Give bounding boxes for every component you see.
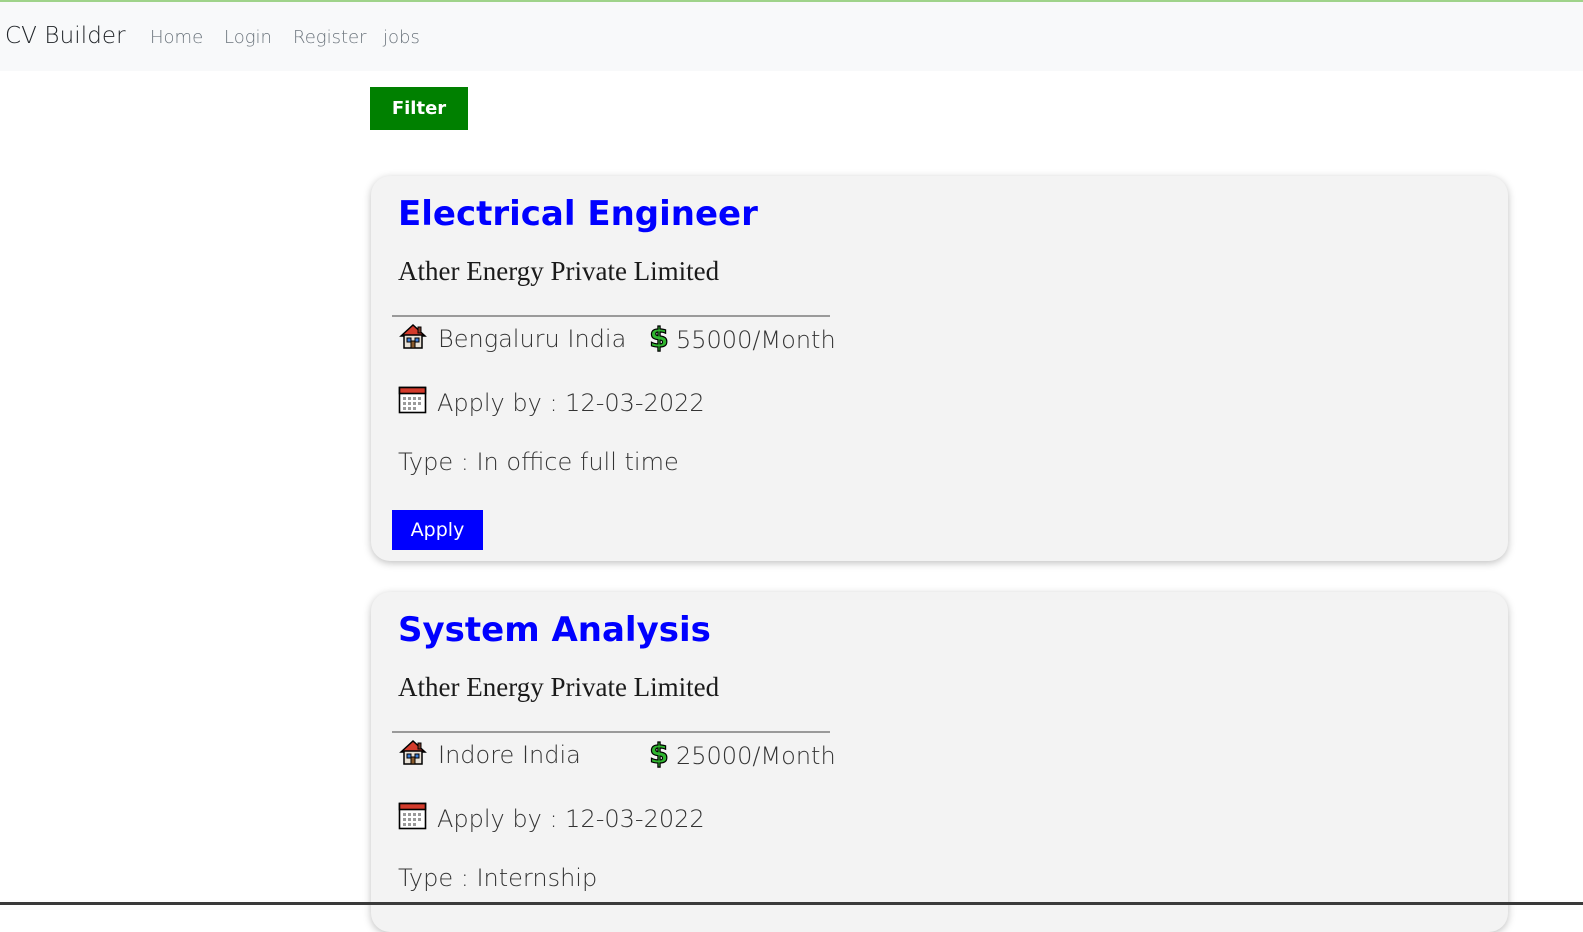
salary-text: 25000/Month	[676, 742, 836, 770]
location-text: Indore India	[438, 741, 581, 769]
calendar-icon	[398, 801, 427, 836]
job-location: Bengaluru India	[398, 322, 626, 356]
svg-text:$: $	[650, 322, 668, 352]
company-name: Ather Energy Private Limited	[398, 672, 720, 702]
job-title[interactable]: System Analysis	[398, 610, 711, 650]
brand-logo-text[interactable]: CV Builder	[5, 23, 126, 49]
dollar-icon: $	[649, 736, 670, 774]
card-divider	[392, 315, 830, 317]
apply-by-text: Apply by : 12-03-2022	[437, 388, 705, 417]
nav-link-login[interactable]: Login	[224, 27, 272, 48]
company-name: Ather Energy Private Limited	[398, 256, 720, 286]
job-location: Indore India	[398, 738, 581, 772]
job-salary: $ 55000/Month	[649, 320, 836, 358]
job-type-text: Type : In office full time	[398, 448, 679, 476]
nav-link-register[interactable]: Register	[293, 27, 367, 48]
dollar-icon: $	[649, 320, 670, 358]
salary-text: 55000/Month	[676, 326, 836, 354]
job-title[interactable]: Electrical Engineer	[398, 194, 758, 234]
filter-button[interactable]: Filter	[370, 87, 468, 130]
apply-by-text: Apply by : 12-03-2022	[437, 804, 705, 833]
job-card: System Analysis Ather Energy Private Lim…	[371, 592, 1508, 932]
job-deadline: Apply by : 12-03-2022	[398, 801, 705, 836]
house-icon	[398, 738, 428, 772]
svg-text:$: $	[650, 738, 668, 768]
job-deadline: Apply by : 12-03-2022	[398, 385, 705, 420]
calendar-icon	[398, 385, 427, 420]
job-type: Type : In office full time	[398, 448, 679, 476]
nav-link-home[interactable]: Home	[150, 27, 203, 48]
apply-button[interactable]: Apply	[392, 510, 483, 550]
location-text: Bengaluru India	[438, 325, 627, 353]
navbar: CV Builder Home Login Register jobs	[0, 2, 1583, 71]
job-card: Electrical Engineer Ather Energy Private…	[371, 176, 1508, 561]
nav-link-jobs[interactable]: jobs	[383, 27, 420, 48]
house-icon	[398, 322, 428, 356]
job-salary: $ 25000/Month	[649, 736, 836, 774]
card-divider	[392, 731, 830, 733]
job-type-text: Type : Internship	[398, 864, 598, 892]
job-type: Type : Internship	[398, 864, 597, 892]
